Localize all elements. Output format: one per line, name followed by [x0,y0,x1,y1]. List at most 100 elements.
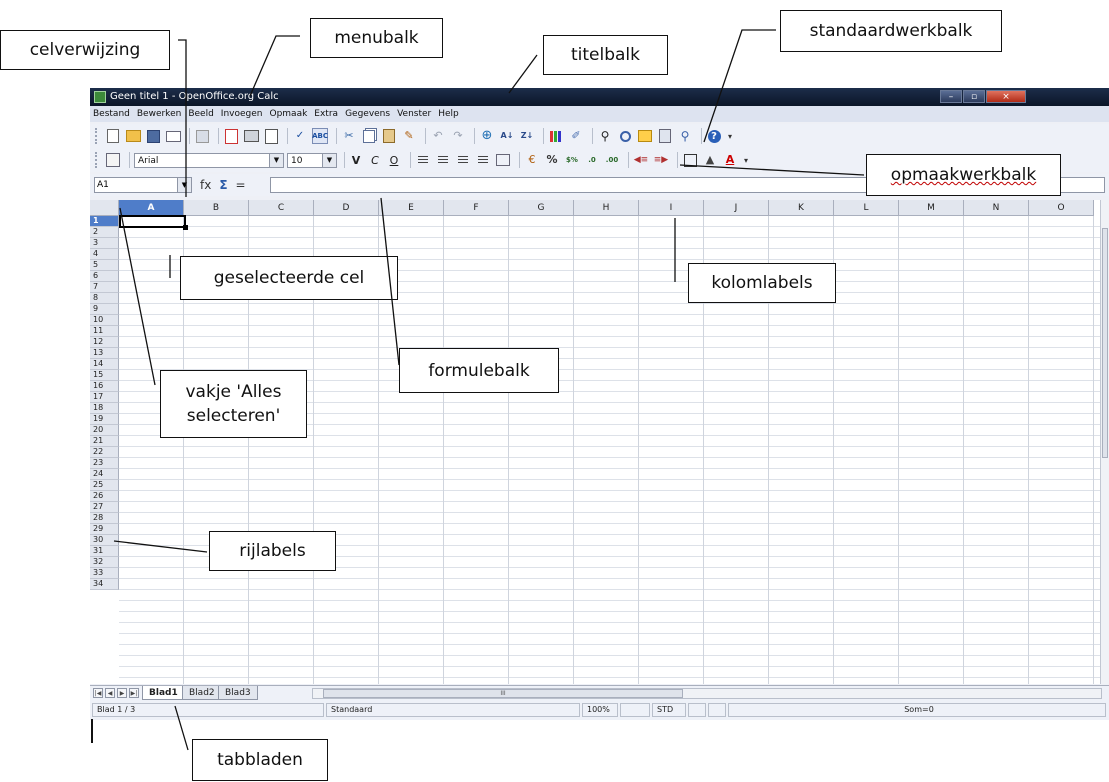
selection-mode[interactable]: STD [652,703,686,717]
row-header-23[interactable]: 23 [90,458,119,469]
menu-invoegen[interactable]: Invoegen [221,106,263,122]
row-header-16[interactable]: 16 [90,381,119,392]
row-header-14[interactable]: 14 [90,359,119,370]
horizontal-scrollbar[interactable]: III [312,688,1102,699]
row-header-8[interactable]: 8 [90,293,119,304]
toolbar-grip[interactable] [95,128,101,144]
sheet-tab-blad1[interactable]: Blad1 [142,686,185,700]
row-header-12[interactable]: 12 [90,337,119,348]
row-header-27[interactable]: 27 [90,502,119,513]
column-header-n[interactable]: N [964,200,1029,216]
column-header-i[interactable]: I [639,200,704,216]
column-header-m[interactable]: M [899,200,964,216]
align-center-icon[interactable] [435,152,451,168]
borders-icon[interactable] [682,152,698,168]
vertical-scrollbar[interactable] [1100,200,1109,684]
find-icon[interactable]: ⚲ [597,128,613,144]
name-box[interactable]: A1 ▼ [94,177,192,193]
currency-format-icon[interactable]: € [524,152,540,168]
row-header-21[interactable]: 21 [90,436,119,447]
column-header-l[interactable]: L [834,200,899,216]
row-header-19[interactable]: 19 [90,414,119,425]
increase-indent-icon[interactable]: ≡▶ [653,152,669,168]
menu-help[interactable]: Help [438,106,459,122]
data-sources-icon[interactable] [657,128,673,144]
menu-extra[interactable]: Extra [314,106,338,122]
column-header-b[interactable]: B [184,200,249,216]
bold-button[interactable]: V [349,154,363,167]
row-header-3[interactable]: 3 [90,238,119,249]
italic-button[interactable]: C [368,154,382,167]
toolbar-overflow-icon[interactable]: ▾ [744,156,748,165]
merge-cells-icon[interactable] [495,152,511,168]
row-header-10[interactable]: 10 [90,315,119,326]
first-sheet-icon[interactable]: |◀ [93,688,103,698]
sheet-tab-blad2[interactable]: Blad2 [182,686,222,700]
close-button[interactable]: × [986,90,1026,103]
save-icon[interactable] [145,128,161,144]
underline-button[interactable]: O [387,154,401,167]
row-header-2[interactable]: 2 [90,227,119,238]
sheet-tab-blad3[interactable]: Blad3 [218,686,258,700]
chevron-down-icon[interactable]: ▼ [177,178,191,192]
redo-icon[interactable]: ↷ [450,128,466,144]
row-header-15[interactable]: 15 [90,370,119,381]
justify-icon[interactable] [475,152,491,168]
chart-icon[interactable] [548,128,564,144]
row-header-31[interactable]: 31 [90,546,119,557]
chevron-down-icon[interactable]: ▼ [269,153,283,167]
row-header-17[interactable]: 17 [90,392,119,403]
standard-number-format-icon[interactable]: $% [564,152,580,168]
menu-bewerken[interactable]: Bewerken [137,106,181,122]
page-style[interactable]: Standaard [326,703,580,717]
paste-icon[interactable] [381,128,397,144]
row-header-33[interactable]: 33 [90,568,119,579]
function-wizard-icon[interactable]: fx [200,177,211,193]
align-right-icon[interactable] [455,152,471,168]
row-header-20[interactable]: 20 [90,425,119,436]
align-left-icon[interactable] [415,152,431,168]
font-name-select[interactable]: Arial ▼ [134,152,284,168]
menu-venster[interactable]: Venster [397,106,431,122]
column-header-o[interactable]: O [1029,200,1094,216]
row-header-32[interactable]: 32 [90,557,119,568]
row-header-28[interactable]: 28 [90,513,119,524]
menu-gegevens[interactable]: Gegevens [345,106,390,122]
sort-ascending-icon[interactable]: A↓ [499,128,515,144]
sort-descending-icon[interactable]: Z↓ [519,128,535,144]
font-color-icon[interactable]: A [722,152,738,168]
row-header-4[interactable]: 4 [90,249,119,260]
column-header-d[interactable]: D [314,200,379,216]
function-icon[interactable]: = [236,177,246,193]
scroll-thumb[interactable] [1102,228,1108,458]
export-pdf-icon[interactable] [223,128,239,144]
row-header-7[interactable]: 7 [90,282,119,293]
row-header-5[interactable]: 5 [90,260,119,271]
maximize-button[interactable]: ▫ [963,90,985,103]
column-header-f[interactable]: F [444,200,509,216]
row-header-24[interactable]: 24 [90,469,119,480]
row-header-30[interactable]: 30 [90,535,119,546]
row-header-29[interactable]: 29 [90,524,119,535]
print-icon[interactable] [243,128,259,144]
row-header-25[interactable]: 25 [90,480,119,491]
column-header-h[interactable]: H [574,200,639,216]
navigator-icon[interactable] [617,128,633,144]
gallery-icon[interactable] [637,128,653,144]
draw-functions-icon[interactable]: ✐ [568,128,584,144]
menu-bestand[interactable]: Bestand [93,106,130,122]
hyperlink-icon[interactable]: ⊕ [479,128,495,144]
zoom-icon[interactable]: ⚲ [677,128,693,144]
font-size-select[interactable]: 10 ▼ [287,152,337,168]
column-header-g[interactable]: G [509,200,574,216]
row-header-1[interactable]: 1 [90,216,119,227]
clone-format-icon[interactable]: ✎ [401,128,417,144]
prev-sheet-icon[interactable]: ◀ [105,688,115,698]
row-header-18[interactable]: 18 [90,403,119,414]
select-all-corner[interactable] [90,200,119,216]
chevron-down-icon[interactable]: ▼ [322,153,336,167]
help-icon[interactable] [706,128,722,144]
sum-icon[interactable]: Σ [219,177,227,193]
page-preview-icon[interactable] [263,128,279,144]
row-header-6[interactable]: 6 [90,271,119,282]
